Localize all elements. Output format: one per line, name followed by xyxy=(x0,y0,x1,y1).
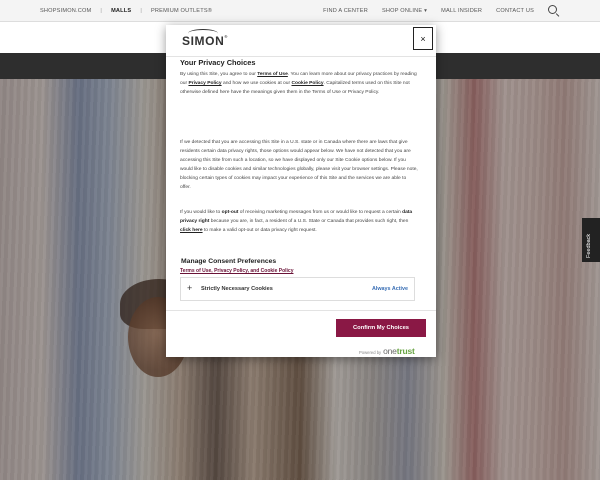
logo-arc xyxy=(188,29,218,38)
privacy-policy-link[interactable]: Privacy Policy xyxy=(188,81,221,86)
shopsimon-link[interactable]: SHOPSIMON.COM xyxy=(40,8,91,14)
divider: | xyxy=(100,8,103,14)
utility-bar: SHOPSIMON.COM | MALLS | PREMIUM OUTLETS®… xyxy=(0,0,600,22)
shop-online-menu[interactable]: SHOP ONLINE ▾ xyxy=(382,8,427,14)
onetrust-logo: onetrust xyxy=(383,346,415,356)
modal-body[interactable]: Your Privacy Choices By using this Site,… xyxy=(166,56,436,310)
mall-insider-link[interactable]: MALL INSIDER xyxy=(441,8,482,14)
simon-logo: SIMON® xyxy=(182,29,228,48)
plus-icon: + xyxy=(187,283,193,293)
privacy-modal: SIMON® × Your Privacy Choices By using t… xyxy=(166,25,436,357)
modal-header: SIMON® × xyxy=(166,25,436,57)
strictly-necessary-accordion[interactable]: + Strictly Necessary Cookies Always Acti… xyxy=(180,277,415,301)
malls-link[interactable]: MALLS xyxy=(111,8,131,14)
accordion-label: Strictly Necessary Cookies xyxy=(201,286,273,292)
close-button[interactable]: × xyxy=(413,27,433,50)
consent-heading: Manage Consent Preferences xyxy=(181,258,277,265)
find-a-center-link[interactable]: FIND A CENTER xyxy=(323,8,368,14)
detection-paragraph: If we detected that you are accessing th… xyxy=(180,140,418,190)
search-icon[interactable] xyxy=(548,5,560,17)
chevron-down-icon: ▾ xyxy=(424,8,428,14)
footer-divider xyxy=(166,310,436,311)
divider: | xyxy=(140,8,142,14)
contact-us-link[interactable]: CONTACT US xyxy=(496,8,534,14)
intro-paragraph: By using this Site, you agree to our Ter… xyxy=(180,72,417,95)
confirm-choices-button[interactable]: Confirm My Choices xyxy=(336,319,426,337)
cookie-policy-link[interactable]: Cookie Policy xyxy=(291,81,323,86)
modal-title: Your Privacy Choices xyxy=(180,58,256,67)
premium-outlets-link[interactable]: PREMIUM OUTLETS® xyxy=(151,8,212,14)
always-active-status: Always Active xyxy=(371,286,408,292)
policies-link[interactable]: Terms of Use, Privacy Policy, and Cookie… xyxy=(180,268,293,274)
powered-by-onetrust[interactable]: Powered by onetrust xyxy=(359,346,415,356)
terms-of-use-link[interactable]: Terms of Use xyxy=(257,72,288,77)
feedback-tab[interactable]: Feedback xyxy=(582,218,600,262)
opt-out-paragraph: If you would like to opt-out of receivin… xyxy=(180,210,413,233)
click-here-link[interactable]: click here xyxy=(180,228,203,233)
